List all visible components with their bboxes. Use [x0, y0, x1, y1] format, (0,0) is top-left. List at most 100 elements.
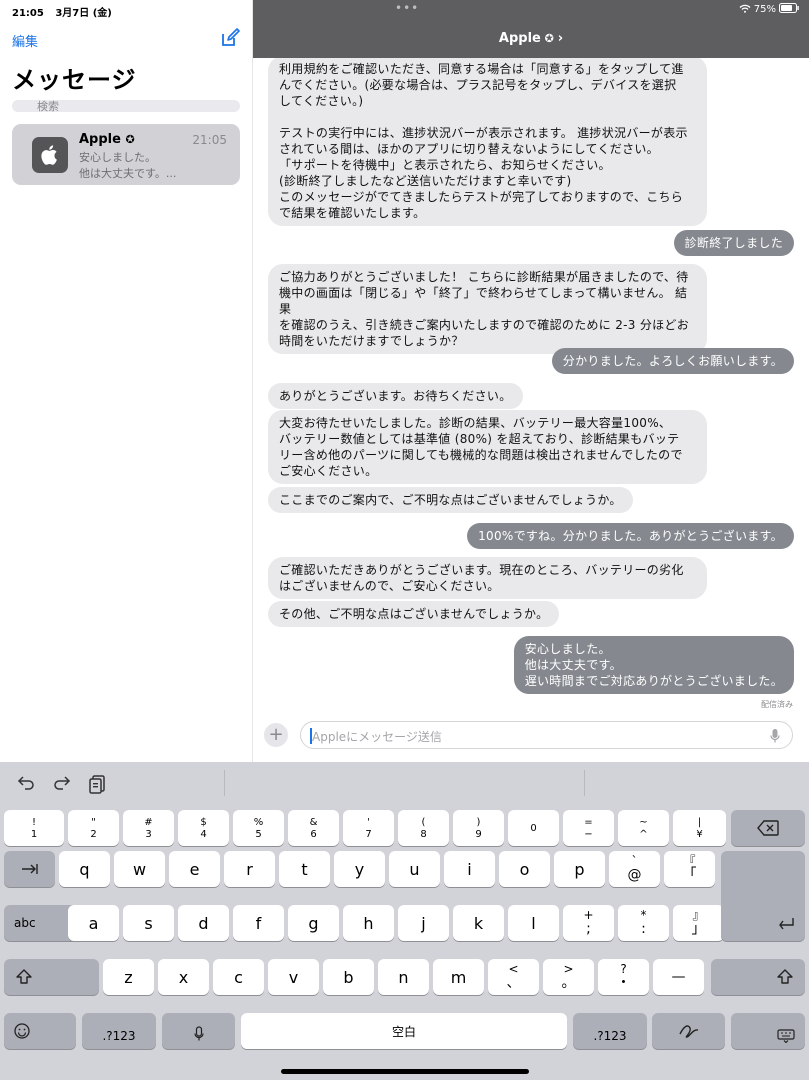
- dictation-key[interactable]: [162, 1013, 235, 1049]
- key-e[interactable]: e: [169, 851, 220, 887]
- key-c[interactable]: c: [213, 959, 264, 995]
- key-p[interactable]: p: [554, 851, 605, 887]
- key-minus[interactable]: = −: [563, 810, 614, 846]
- key-dash[interactable]: —: [653, 959, 704, 995]
- chevron-right-icon: ›: [557, 31, 564, 46]
- key-bracket-close[interactable]: 』」: [673, 905, 724, 941]
- keyboard-hide-icon: [777, 1029, 795, 1043]
- key-comma[interactable]: <、: [488, 959, 539, 995]
- key-u[interactable]: u: [389, 851, 440, 887]
- add-attachment-button[interactable]: +: [264, 723, 288, 747]
- key-z[interactable]: z: [103, 959, 154, 995]
- undo-icon[interactable]: [16, 773, 36, 797]
- key-8[interactable]: (8: [398, 810, 449, 846]
- handwriting-key[interactable]: [652, 1013, 725, 1049]
- message-list[interactable]: 利用規約をご確認いただき、同意する場合は「同意する」をタップして進 んでください…: [253, 58, 809, 708]
- key-y[interactable]: y: [334, 851, 385, 887]
- key-s[interactable]: s: [123, 905, 174, 941]
- toolbar-divider: [224, 770, 225, 796]
- key-bracket-open[interactable]: 『「: [664, 851, 715, 887]
- shift-key-left[interactable]: [4, 959, 99, 995]
- key-i[interactable]: i: [444, 851, 495, 887]
- key-h[interactable]: h: [343, 905, 394, 941]
- key-x[interactable]: x: [158, 959, 209, 995]
- conversation-sidebar: 21:05 3月7日 (金) 編集 メッセージ 検索 Apple ✪ 21:05…: [0, 0, 253, 762]
- key-at[interactable]: ` @: [609, 851, 660, 887]
- key-7[interactable]: ' 7: [343, 810, 394, 846]
- search-input[interactable]: 検索: [12, 100, 240, 113]
- message-compose-bar: + Appleにメッセージ送信: [253, 708, 809, 762]
- paste-icon[interactable]: [88, 773, 108, 799]
- message-bubble-incoming: ご協力ありがとうございました！ こちらに診断結果が届きましたので、待 機中の画面…: [268, 264, 707, 354]
- key-5[interactable]: % 5: [233, 810, 284, 846]
- emoji-key[interactable]: [4, 1013, 76, 1049]
- message-bubble-outgoing: 診断終了しました: [673, 230, 794, 256]
- key-n[interactable]: n: [378, 959, 429, 995]
- return-key[interactable]: [721, 851, 805, 941]
- verified-badge-icon: ✪: [540, 32, 558, 45]
- conversation-name: Apple ✪: [79, 132, 135, 147]
- space-key[interactable]: 空白: [241, 1013, 567, 1049]
- message-bubble-incoming: その他、ご不明な点はございませんでしょうか。: [268, 601, 560, 627]
- key-question[interactable]: ? ・: [598, 959, 649, 995]
- page-title: メッセージ: [12, 66, 137, 94]
- key-semicolon[interactable]: +;: [563, 905, 614, 941]
- shift-icon: [16, 969, 32, 984]
- key-4[interactable]: $4: [178, 810, 229, 846]
- key-colon[interactable]: *:: [618, 905, 669, 941]
- key-yen[interactable]: | ¥: [673, 810, 726, 846]
- delete-key[interactable]: [731, 810, 805, 846]
- key-w[interactable]: w: [114, 851, 165, 887]
- key-0[interactable]: 0: [508, 810, 559, 846]
- numbers-key-left[interactable]: .?123: [82, 1013, 156, 1049]
- key-t[interactable]: t: [279, 851, 330, 887]
- redo-icon[interactable]: [52, 773, 72, 797]
- key-q[interactable]: q: [59, 851, 110, 887]
- key-caret[interactable]: ~ ^: [618, 810, 669, 846]
- home-indicator[interactable]: [281, 1069, 529, 1074]
- hide-keyboard-key[interactable]: [731, 1013, 805, 1049]
- chat-title[interactable]: Apple ✪ ›: [253, 31, 809, 46]
- conversation-preview-line2: 他は大丈夫です。...: [79, 167, 177, 180]
- delete-icon: [757, 820, 779, 836]
- toolbar-divider: [584, 770, 585, 796]
- keyboard-shortcut-bar: [0, 762, 809, 804]
- conversation-item-apple[interactable]: Apple ✪ 21:05 安心しました。 他は大丈夫です。...: [12, 124, 240, 185]
- key-3[interactable]: #3: [123, 810, 174, 846]
- conversation-preview-line1: 安心しました。: [79, 151, 156, 164]
- key-m[interactable]: m: [433, 959, 484, 995]
- apple-logo-icon: [41, 145, 57, 165]
- tab-icon: [21, 864, 38, 874]
- key-a[interactable]: a: [68, 905, 119, 941]
- key-6[interactable]: & 6: [288, 810, 339, 846]
- key-r[interactable]: r: [224, 851, 275, 887]
- key-g[interactable]: g: [288, 905, 339, 941]
- compose-icon[interactable]: [220, 28, 240, 48]
- edit-button[interactable]: 編集: [12, 31, 38, 50]
- message-input[interactable]: Appleにメッセージ送信: [300, 721, 793, 749]
- numbers-key-right[interactable]: .?123: [573, 1013, 647, 1049]
- shift-key-right[interactable]: [711, 959, 805, 995]
- key-f[interactable]: f: [233, 905, 284, 941]
- key-period[interactable]: >。: [543, 959, 594, 995]
- handwriting-icon: [678, 1025, 698, 1038]
- key-d[interactable]: d: [178, 905, 229, 941]
- key-v[interactable]: v: [268, 959, 319, 995]
- key-l[interactable]: l: [508, 905, 559, 941]
- tab-key[interactable]: [4, 851, 55, 887]
- status-time: 21:05: [12, 8, 44, 19]
- onscreen-keyboard: ! 1 " 2 #3 $4 % 5 & 6 ' 7 (8 ) 9 0 = − ~ ^ | ¥ q …: [0, 762, 809, 1080]
- microphone-icon[interactable]: [770, 728, 780, 748]
- message-bubble-incoming: ありがとうございます。お待ちください。: [268, 383, 523, 409]
- key-9[interactable]: ) 9: [453, 810, 504, 846]
- key-2[interactable]: " 2: [68, 810, 119, 846]
- key-k[interactable]: k: [453, 905, 504, 941]
- key-j[interactable]: j: [398, 905, 449, 941]
- multitasking-dots-icon[interactable]: •••: [395, 1, 419, 15]
- battery-icon: [779, 3, 799, 16]
- key-o[interactable]: o: [499, 851, 550, 887]
- message-bubble-incoming: 大変お待たせいたしました。診断の結果、バッテリー最大容量100%、 バッテリー数…: [268, 410, 707, 484]
- key-1[interactable]: ! 1: [4, 810, 64, 846]
- key-b[interactable]: b: [323, 959, 374, 995]
- conversation-time: 21:05: [192, 133, 227, 147]
